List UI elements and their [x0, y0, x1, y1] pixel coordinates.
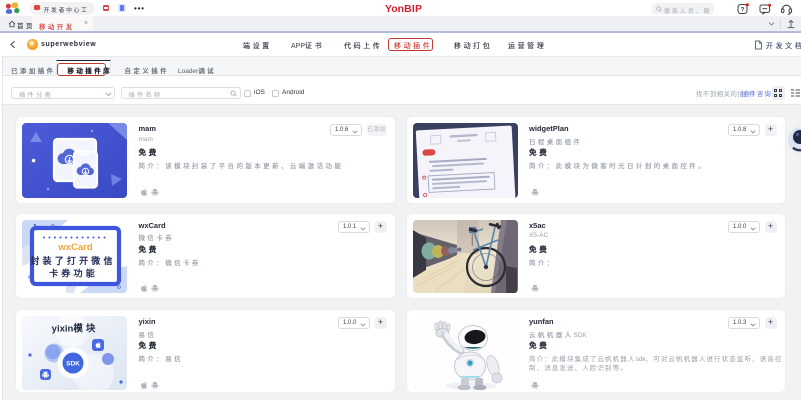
svg-text:?: ?	[741, 6, 745, 13]
svg-text:SDK: SDK	[66, 361, 80, 368]
svg-text:卡券功能: 卡券功能	[49, 267, 98, 278]
svg-text:wxCard: wxCard	[57, 242, 93, 253]
svg-text:yixin模块: yixin模块	[52, 323, 99, 335]
svg-text:封装了打开微信: 封装了打开微信	[30, 255, 115, 266]
